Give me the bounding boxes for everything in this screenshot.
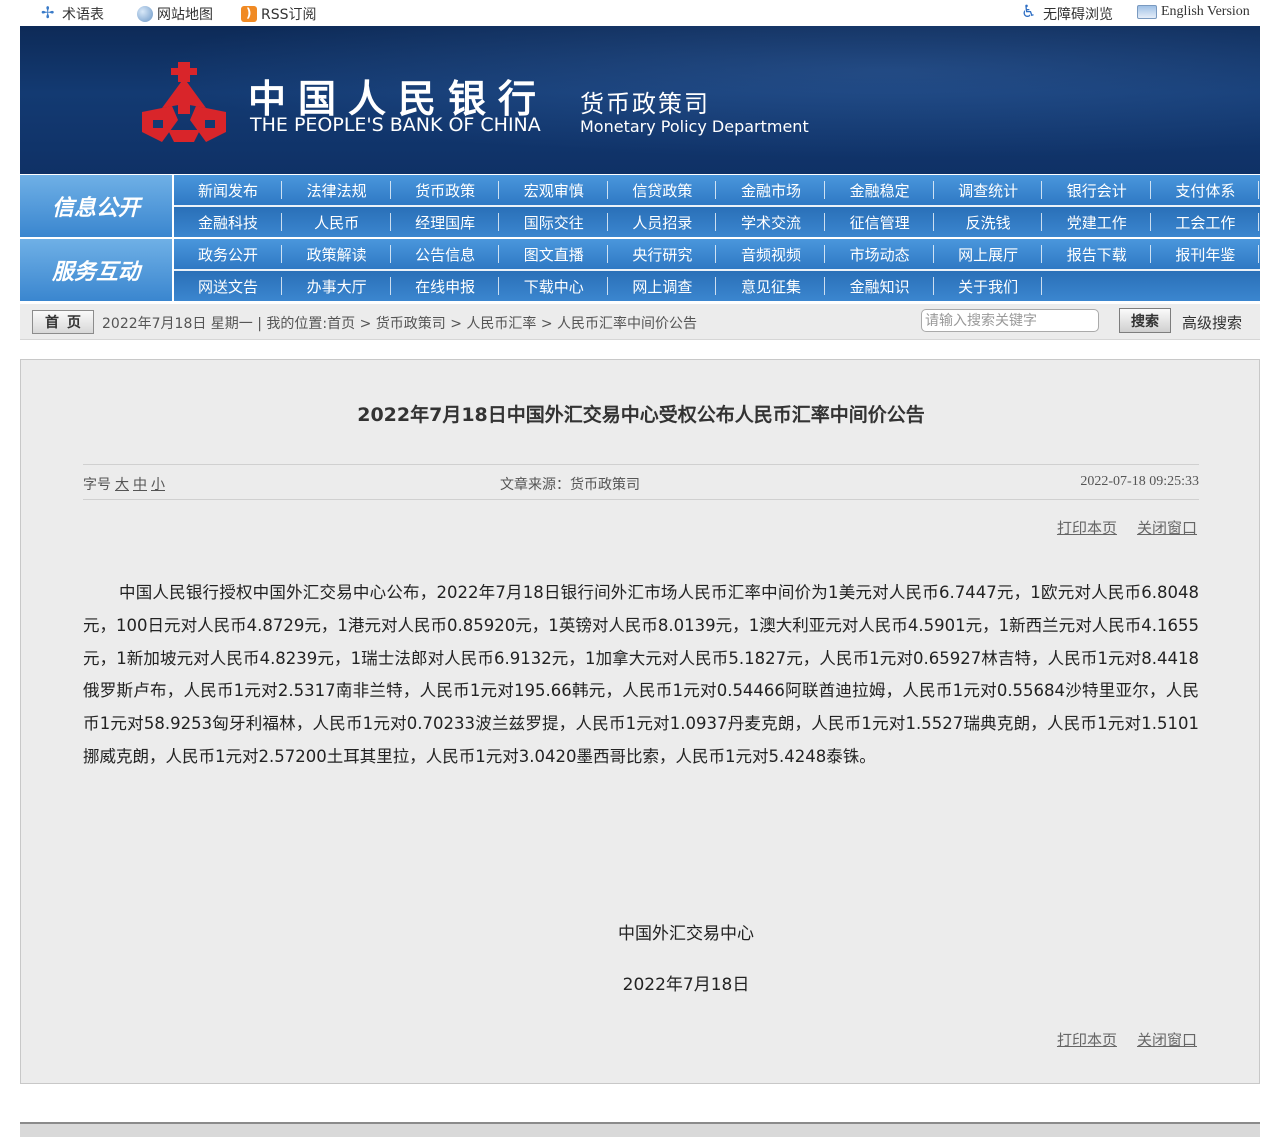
nav-item[interactable]: 工会工作 [1151, 207, 1260, 237]
search-input[interactable] [921, 309, 1099, 332]
glossary-icon [40, 3, 58, 23]
print-page-link[interactable]: 打印本页 [1057, 517, 1117, 538]
top-utility-bar: 术语表 网站地图 RSS订阅 无障碍浏览 English Version [0, 0, 1280, 26]
nav-item[interactable]: 支付体系 [1151, 175, 1260, 205]
nav-section-service-label: 服务互动 [20, 239, 172, 301]
article-panel: 2022年7月18日中国外汇交易中心受权公布人民币汇率中间价公告 字号 大 中 … [20, 359, 1260, 1084]
department-chinese-name: 货币政策司 [580, 90, 710, 118]
bank-english-name: THE PEOPLE'S BANK OF CHINA [250, 114, 541, 136]
globe-icon [137, 6, 153, 22]
nav-item[interactable]: 央行研究 [608, 239, 717, 269]
rss-label: RSS订阅 [261, 7, 317, 23]
nav-item[interactable]: 报刊年鉴 [1151, 239, 1260, 269]
site-banner: 中国人民银行 THE PEOPLE'S BANK OF CHINA 货币政策司 … [20, 26, 1260, 174]
print-page-link[interactable]: 打印本页 [1057, 1029, 1117, 1050]
nav-item[interactable]: 在线申报 [391, 271, 500, 301]
rss-link[interactable]: RSS订阅 [241, 4, 317, 24]
close-window-link[interactable]: 关闭窗口 [1137, 1029, 1197, 1050]
home-button[interactable]: 首页 [32, 310, 94, 334]
article-tools-top: 打印本页 关闭窗口 [1057, 517, 1197, 538]
pboc-logo-icon [142, 62, 226, 142]
nav-grid-service: 政务公开 政策解读 公告信息 图文直播 央行研究 音频视频 市场动态 网上展厅 报告下载 报刊年鉴… [174, 239, 1260, 301]
nav-item[interactable]: 音频视频 [717, 239, 825, 269]
nav-item[interactable]: 法律法规 [283, 175, 391, 205]
sitemap-label: 网站地图 [157, 7, 213, 23]
article-title: 2022年7月18日中国外汇交易中心受权公布人民币汇率中间价公告 [357, 404, 925, 426]
english-version-label: English Version [1161, 4, 1250, 19]
article-date: 2022-07-18 09:25:33 [1080, 474, 1199, 489]
font-size-large[interactable]: 大 [115, 474, 129, 494]
nav-item[interactable]: 市场动态 [826, 239, 934, 269]
sitemap-link[interactable]: 网站地图 [137, 4, 213, 24]
nav-grid-info: 新闻发布 法律法规 货币政策 宏观审慎 信贷政策 金融市场 金融稳定 调查统计 银行会计 支付体系… [174, 175, 1260, 237]
nav-group-info: 信息公开 新闻发布 法律法规 货币政策 宏观审慎 信贷政策 金融市场 金融稳定 调查统计 银行会… [20, 175, 1260, 237]
nav-item[interactable]: 办事大厅 [283, 271, 391, 301]
main-navigation: 信息公开 新闻发布 法律法规 货币政策 宏观审慎 信贷政策 金融市场 金融稳定 调查统计 银行会… [20, 175, 1260, 302]
nav-item[interactable]: 国际交往 [500, 207, 608, 237]
footer-divider [20, 1122, 1260, 1137]
monitor-icon [1137, 5, 1157, 19]
department-english-name: Monetary Policy Department [580, 117, 809, 136]
article-body: 中国人民银行授权中国外汇交易中心公布，2022年7月18日银行间外汇市场人民币汇… [83, 583, 1199, 766]
nav-item[interactable]: 网上展厅 [934, 239, 1043, 269]
search-button[interactable]: 搜索 [1119, 308, 1171, 333]
font-size-label: 字号 [83, 477, 111, 493]
nav-item[interactable]: 人民币 [283, 207, 391, 237]
breadcrumb-bar: 首页 2022年7月18日 星期一 | 我的位置:首页 > 货币政策司 > 人民… [20, 304, 1260, 340]
close-window-link[interactable]: 关闭窗口 [1137, 517, 1197, 538]
nav-item[interactable]: 金融稳定 [826, 175, 934, 205]
glossary-label: 术语表 [62, 7, 104, 23]
nav-item[interactable]: 金融市场 [717, 175, 825, 205]
accessible-label: 无障碍浏览 [1043, 7, 1113, 23]
article-tools-bottom: 打印本页 关闭窗口 [1057, 1029, 1197, 1050]
nav-item[interactable]: 报告下载 [1043, 239, 1151, 269]
article-source: 文章来源：货币政策司 [500, 477, 640, 493]
nav-item[interactable]: 党建工作 [1043, 207, 1151, 237]
rss-icon [241, 6, 257, 22]
nav-item[interactable]: 网送文告 [174, 271, 282, 301]
article-meta: 字号 大 中 小 文章来源：货币政策司 2022-07-18 09:25:33 [83, 464, 1199, 500]
nav-item[interactable]: 调查统计 [934, 175, 1043, 205]
nav-item[interactable]: 金融科技 [174, 207, 282, 237]
nav-item[interactable]: 意见征集 [717, 271, 825, 301]
nav-item[interactable]: 公告信息 [391, 239, 500, 269]
nav-item[interactable]: 下载中心 [500, 271, 608, 301]
accessibility-icon [1021, 2, 1039, 23]
nav-item[interactable]: 宏观审慎 [500, 175, 608, 205]
english-version-link[interactable]: English Version [1137, 4, 1250, 20]
glossary-link[interactable]: 术语表 [40, 3, 104, 24]
nav-item[interactable]: 货币政策 [391, 175, 500, 205]
nav-item[interactable]: 新闻发布 [174, 175, 282, 205]
nav-item[interactable]: 政策解读 [283, 239, 391, 269]
nav-item[interactable]: 金融知识 [826, 271, 934, 301]
nav-item[interactable]: 图文直播 [500, 239, 608, 269]
nav-item[interactable]: 政务公开 [174, 239, 282, 269]
nav-item[interactable]: 信贷政策 [608, 175, 717, 205]
accessible-link[interactable]: 无障碍浏览 [1021, 2, 1113, 24]
nav-item[interactable]: 关于我们 [934, 271, 1043, 301]
nav-item[interactable]: 学术交流 [717, 207, 825, 237]
nav-section-info-label: 信息公开 [20, 175, 172, 237]
nav-item[interactable]: 人员招录 [608, 207, 717, 237]
breadcrumb: 2022年7月18日 星期一 | 我的位置:首页 > 货币政策司 > 人民币汇率… [102, 316, 698, 332]
nav-item[interactable]: 银行会计 [1043, 175, 1151, 205]
nav-item[interactable]: 网上调查 [608, 271, 717, 301]
nav-item[interactable]: 反洗钱 [934, 207, 1043, 237]
nav-item[interactable]: 经理国库 [391, 207, 500, 237]
advanced-search-link[interactable]: 高级搜索 [1182, 312, 1242, 333]
signature-organization: 中国外汇交易中心 [618, 924, 754, 944]
nav-group-service: 服务互动 政务公开 政策解读 公告信息 图文直播 央行研究 音频视频 市场动态 网上展厅 报告下… [20, 239, 1260, 301]
nav-item[interactable]: 征信管理 [826, 207, 934, 237]
font-size-medium[interactable]: 中 [133, 474, 147, 494]
signature-date: 2022年7月18日 [622, 975, 750, 995]
font-size-small[interactable]: 小 [151, 474, 165, 494]
font-size-controls: 字号 大 中 小 [83, 474, 165, 494]
